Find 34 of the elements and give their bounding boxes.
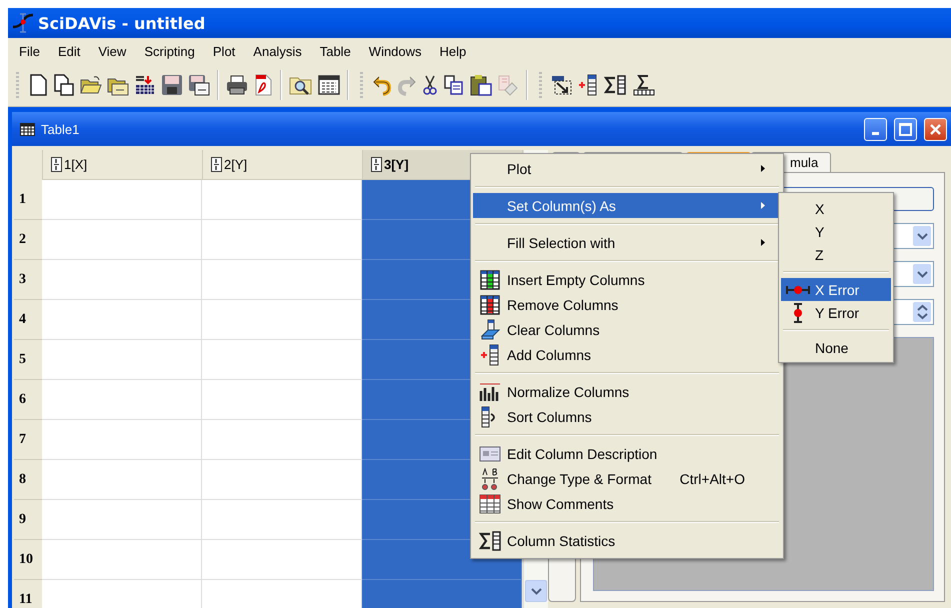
menu-item[interactable]: Table — [310, 44, 360, 58]
menu-item[interactable]: X Error — [781, 278, 891, 301]
menu-item[interactable]: Y — [781, 220, 891, 243]
column-header[interactable]: 2[Y] — [203, 150, 363, 180]
menu-item[interactable]: Z — [781, 243, 891, 266]
menu-item[interactable]: Clear Columns — [473, 317, 781, 342]
menu-item[interactable]: Show Comments — [473, 491, 781, 516]
menu-item[interactable]: Column Statistics — [473, 528, 781, 553]
column-label: 2[Y] — [224, 157, 248, 172]
menu-item[interactable]: Help — [430, 44, 476, 58]
menu-item[interactable]: Insert Empty Columns — [473, 267, 781, 292]
menu-item[interactable]: None — [781, 336, 891, 359]
menu-item[interactable]: Sort Columns — [473, 404, 781, 429]
menu-item[interactable]: Scripting — [135, 44, 204, 58]
menu-item[interactable]: Windows — [360, 44, 431, 58]
menu-item[interactable]: X — [781, 197, 891, 220]
menu-item[interactable]: Analysis — [244, 44, 311, 58]
menu-item[interactable]: Plot — [204, 44, 244, 58]
menu-item[interactable]: Set Column(s) As — [473, 193, 781, 218]
menu-item[interactable]: Change Type & Format Ctrl+Alt+O — [473, 466, 781, 491]
menu-item[interactable]: Edit Column Description — [473, 441, 781, 466]
window-title: SciDAVis - untitled — [38, 14, 206, 32]
menu-item[interactable]: Normalize Columns — [473, 379, 781, 404]
menu-item[interactable]: Add Columns — [473, 342, 781, 367]
column-header[interactable]: 1[X] — [43, 150, 203, 180]
menu-item[interactable]: Fill Selection with — [473, 230, 781, 255]
window-title: Table1 — [41, 122, 80, 136]
menu-item[interactable]: Y Error — [781, 301, 891, 324]
column-label: 3[Y] — [384, 157, 409, 172]
column-label: 1[X] — [64, 157, 88, 172]
menu-item[interactable]: View — [89, 44, 136, 58]
menu-item[interactable]: File — [10, 44, 49, 58]
menu-item[interactable]: Remove Columns — [473, 292, 781, 317]
menu-item[interactable]: Edit — [48, 44, 90, 58]
